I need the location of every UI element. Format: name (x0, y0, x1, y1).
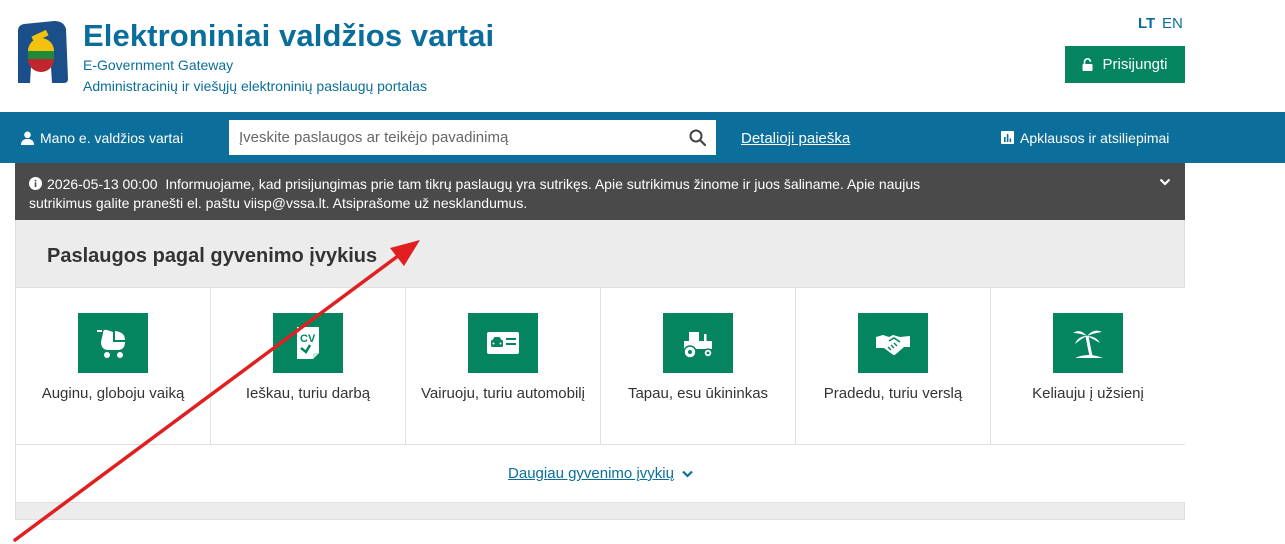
driver-license-icon (487, 332, 519, 354)
cv-icon: CV (297, 327, 319, 359)
user-icon (21, 131, 34, 145)
chevron-down-icon[interactable] (1159, 177, 1171, 187)
life-event-tile[interactable]: Tapau, esu ūkininkas (601, 288, 796, 444)
life-event-label: Ieškau, turiu darbą (245, 385, 371, 402)
notice-datetime: 2026-05-13 00:00 (47, 176, 158, 192)
language-lt-link[interactable]: LT (1138, 15, 1155, 32)
life-event-icon-box: CV (273, 313, 343, 373)
info-icon (29, 177, 42, 190)
more-life-events-row: Daugiau gyvenimo įvykių (16, 445, 1185, 503)
site-subtitle-en: E-Government Gateway (83, 57, 234, 73)
life-event-icon-box (468, 313, 538, 373)
life-event-label: Vairuoju, turiu automobilį (421, 385, 585, 402)
life-event-tile[interactable]: Keliauju į užsienį (991, 288, 1185, 444)
my-gateway-label: Mano e. valdžios vartai (40, 129, 184, 146)
svg-text:CV: CV (300, 333, 316, 345)
site-header: Elektroniniai valdžios vartai E-Governme… (0, 0, 1285, 112)
life-events-panel: Paslaugos pagal gyvenimo įvykius Auginu,… (15, 220, 1185, 520)
life-event-icon-box (663, 313, 733, 373)
lock-icon (1082, 58, 1093, 71)
tractor-icon (683, 332, 713, 359)
life-events-title: Paslaugos pagal gyvenimo įvykius (47, 245, 378, 267)
notice-text-block: 2026-05-13 00:00 Informuojame, kad prisi… (29, 175, 959, 213)
site-subtitle-lt: Administracinių ir viešųjų elektroninių … (83, 78, 427, 94)
life-event-label: Auginu, globoju vaiką (41, 385, 185, 402)
language-en-link[interactable]: EN (1162, 15, 1183, 32)
search-box (229, 120, 716, 155)
more-life-events-link[interactable]: Daugiau gyvenimo įvykių (508, 465, 674, 482)
palm-tree-icon (1073, 330, 1103, 358)
stroller-icon (97, 329, 125, 358)
life-event-icon-box (1053, 313, 1123, 373)
life-event-icon-box (858, 313, 928, 373)
life-event-tile[interactable]: Auginu, globoju vaiką (16, 288, 211, 444)
chevron-down-icon[interactable] (682, 470, 693, 478)
my-gateway-link[interactable]: Mano e. valdžios vartai (21, 112, 183, 163)
login-button[interactable]: Prisijungti (1065, 46, 1185, 83)
login-button-label: Prisijungti (1102, 56, 1168, 73)
service-notice: 2026-05-13 00:00 Informuojame, kad prisi… (15, 163, 1185, 220)
surveys-link[interactable]: Apklausos ir atsiliepimai (1001, 112, 1169, 163)
life-event-label: Keliauju į užsienį (1032, 385, 1144, 402)
main-navbar: Mano e. valdžios vartai Detalioji paiešk… (0, 112, 1285, 163)
site-title[interactable]: Elektroniniai valdžios vartai (83, 18, 494, 54)
detailed-search-link[interactable]: Detalioji paieška (741, 130, 850, 147)
life-event-tile[interactable]: Pradedu, turiu verslą (796, 288, 991, 444)
bar-chart-icon (1001, 131, 1014, 144)
gateway-logo-icon[interactable] (14, 21, 68, 83)
life-event-label: Tapau, esu ūkininkas (627, 385, 769, 402)
search-input[interactable] (229, 120, 679, 155)
life-event-tile[interactable]: Vairuoju, turiu automobilį (406, 288, 601, 444)
search-icon[interactable] (689, 129, 706, 146)
life-event-label: Pradedu, turiu verslą (823, 385, 963, 402)
life-event-tile[interactable]: CV Ieškau, turiu darbą (211, 288, 406, 444)
surveys-label: Apklausos ir atsiliepimai (1020, 129, 1170, 146)
notice-message: Informuojame, kad prisijungimas prie tam… (29, 176, 921, 211)
life-event-icon-box (78, 313, 148, 373)
life-events-grid: Auginu, globoju vaiką CV Ieškau, turiu d… (16, 287, 1185, 445)
handshake-icon (876, 335, 910, 355)
